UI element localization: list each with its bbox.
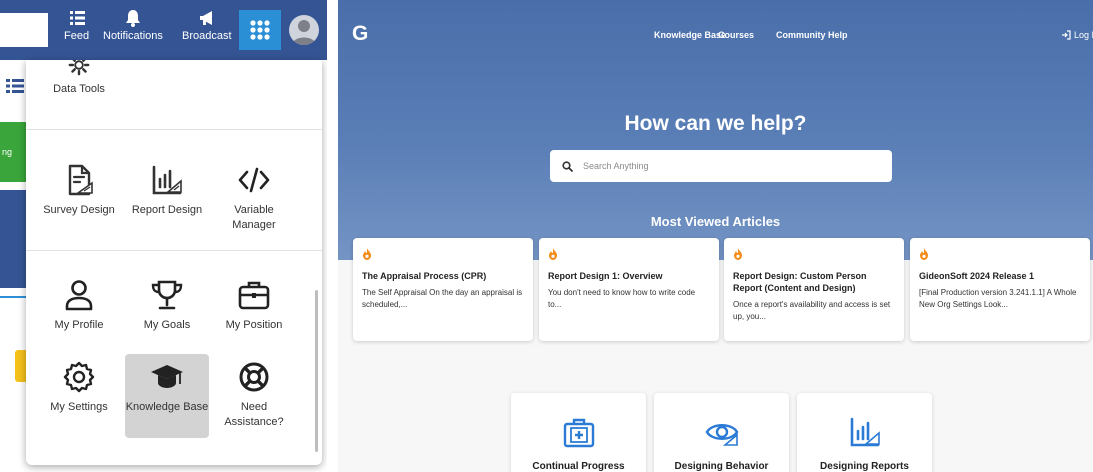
graduation-cap-icon (151, 365, 183, 388)
login-icon (1062, 30, 1071, 40)
help-search-input[interactable]: Search Anything (550, 150, 892, 182)
category-label: Designing Reports (820, 461, 909, 472)
search-icon (562, 160, 573, 172)
person-avatar-icon (292, 20, 316, 45)
article-card[interactable]: Report Design 1: Overview You don't need… (539, 238, 719, 341)
help-center-page: G Knowledge Base Courses Community Help … (338, 0, 1093, 472)
apps-grid-button[interactable] (239, 10, 281, 50)
menu-item-label: My Goals (143, 319, 191, 331)
briefcase-icon (238, 281, 270, 310)
menu-item-label: My Position (225, 319, 283, 331)
article-excerpt: You don't need to know how to write code… (548, 288, 696, 309)
lifebuoy-icon (239, 362, 269, 392)
menu-item-report-design[interactable]: Report Design (125, 163, 209, 218)
article-title: Report Design 1: Overview (548, 271, 663, 281)
nav-link-community-help[interactable]: Community Help (776, 30, 848, 40)
megaphone-icon (199, 11, 212, 25)
feed-button[interactable]: Feed (64, 8, 89, 42)
menu-item-my-goals[interactable]: My Goals (125, 278, 209, 333)
flame-icon (920, 248, 928, 260)
login-link[interactable]: Log In (1061, 30, 1093, 40)
menu-item-data-tools[interactable]: Data Tools (37, 60, 121, 97)
background-tab[interactable]: ng (0, 122, 26, 182)
category-card[interactable]: Continual Progress (511, 393, 646, 472)
code-icon (238, 167, 270, 193)
apps-grid-icon (250, 20, 270, 40)
most-viewed-heading: Most Viewed Articles (650, 214, 781, 229)
menu-item-label: Survey Design (43, 204, 115, 216)
survey-design-icon (68, 164, 93, 196)
category-card[interactable]: Designing Behavior (654, 393, 789, 472)
article-title: GideonSoft 2024 Release 1 (919, 271, 1035, 281)
category-card[interactable]: Designing Reports (797, 393, 932, 472)
hero-banner: G Knowledge Base Courses Community Help … (338, 0, 1093, 260)
menu-item-label: Report Design (131, 204, 203, 216)
menu-divider (26, 129, 322, 130)
broadcast-button[interactable]: Broadcast (182, 8, 232, 42)
trophy-icon (151, 280, 183, 310)
menu-item-label: My Settings (50, 401, 108, 413)
menu-scrollbar[interactable] (315, 290, 318, 452)
menu-item-variable-manager[interactable]: Variable Manager (212, 163, 296, 233)
notifications-label: Notifications (103, 30, 163, 42)
flame-icon (734, 248, 742, 260)
nav-link-knowledge-base[interactable]: Knowledge Base (654, 30, 726, 40)
settings-icon (63, 361, 95, 393)
category-label: Designing Behavior (674, 461, 769, 472)
article-card[interactable]: Report Design: Custom Person Report (Con… (724, 238, 904, 341)
app-window: Feed Notifications Broadcast ng Data Too… (0, 0, 327, 472)
apps-dropdown-menu: Data Tools Survey Design Report Design V… (26, 60, 322, 465)
background-panel (0, 190, 26, 288)
article-excerpt: The Self Appraisal On the day an apprais… (362, 288, 523, 309)
background-tab-label: ng (2, 147, 13, 157)
menu-item-knowledge-base[interactable]: Knowledge Base (125, 354, 209, 438)
category-label: Continual Progress (532, 461, 625, 472)
menu-item-survey-design[interactable]: Survey Design (37, 163, 121, 218)
flame-icon (363, 248, 371, 260)
menu-item-my-position[interactable]: My Position (212, 278, 296, 333)
article-title: Report Design: Custom Person Report (Con… (733, 271, 867, 293)
eye-icon (705, 424, 738, 446)
person-icon (65, 280, 93, 311)
menu-item-label: Need Assistance? (224, 401, 284, 428)
menu-item-label: Knowledge Base (125, 401, 209, 413)
nav-link-courses[interactable]: Courses (718, 30, 754, 40)
article-excerpt: Once a report's availability and access … (733, 300, 891, 321)
article-card[interactable]: The Appraisal Process (CPR) The Self App… (353, 238, 533, 341)
menu-item-label: My Profile (54, 319, 104, 331)
hero-title: How can we help? (624, 112, 807, 135)
list-view-icon[interactable] (6, 79, 24, 93)
menu-item-label: Variable Manager (232, 204, 276, 231)
broadcast-label: Broadcast (182, 30, 232, 42)
menu-item-need-assistance[interactable]: Need Assistance? (212, 360, 296, 430)
report-design-icon (152, 165, 182, 195)
global-search-input[interactable] (0, 13, 48, 47)
flame-icon (549, 248, 557, 260)
site-logo[interactable]: G (352, 22, 368, 46)
menu-divider (26, 250, 322, 251)
search-placeholder: Search Anything (583, 161, 649, 171)
article-title: The Appraisal Process (CPR) (362, 271, 487, 281)
article-excerpt: [Final Production version 3.241.1.1] A W… (919, 288, 1077, 309)
top-navigation-bar: Feed Notifications Broadcast (0, 0, 327, 60)
bell-icon (125, 10, 140, 27)
gear-icon (68, 60, 90, 76)
article-card[interactable]: GideonSoft 2024 Release 1 [Final Product… (910, 238, 1090, 341)
feed-label: Feed (64, 30, 90, 42)
user-avatar[interactable] (289, 15, 319, 45)
feed-icon (69, 11, 85, 25)
login-label: Log In (1074, 30, 1093, 40)
background-divider (0, 296, 26, 298)
menu-item-my-profile[interactable]: My Profile (37, 278, 121, 333)
menu-item-my-settings[interactable]: My Settings (37, 360, 121, 415)
notifications-button[interactable]: Notifications (103, 8, 163, 42)
medkit-icon (563, 418, 594, 448)
menu-item-label: Data Tools (53, 83, 105, 95)
report-chart-icon (850, 417, 880, 447)
screenshot-root: Feed Notifications Broadcast ng Data Too… (0, 0, 1093, 472)
